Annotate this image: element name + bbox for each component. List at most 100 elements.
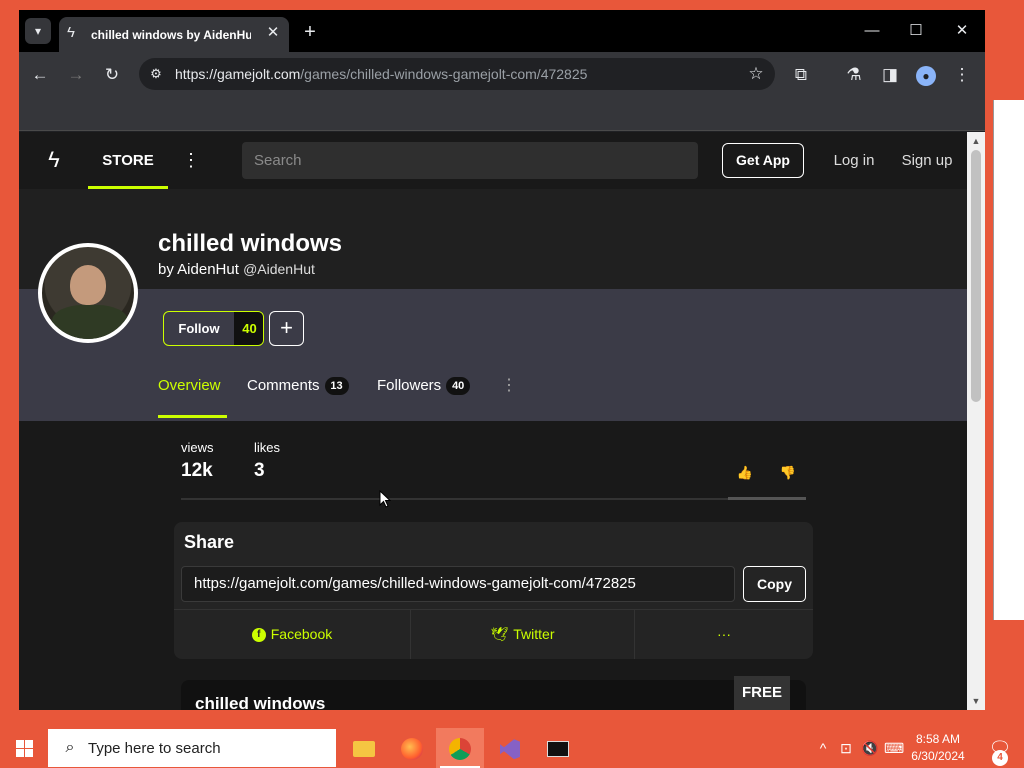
page-scrollbar[interactable]: ▲ ▼ — [967, 132, 985, 710]
input-method-icon[interactable]: ⌨ — [884, 728, 904, 768]
scroll-up-arrow-icon[interactable]: ▲ — [967, 134, 985, 148]
scroll-down-arrow-icon[interactable]: ▼ — [967, 694, 985, 708]
developer-avatar[interactable] — [38, 243, 138, 343]
maximize-button[interactable]: ☐ — [901, 20, 931, 42]
browser-window: ▾ ϟ chilled windows by AidenHut - Game J… — [19, 10, 985, 710]
facebook-label: Facebook — [270, 626, 333, 642]
gamejolt-favicon-icon: ϟ — [67, 24, 75, 41]
browser-toolbar: ← → ↻ ⚙ https://gamejolt.com/games/chill… — [19, 52, 985, 96]
developer-handle[interactable]: @AidenHut — [243, 261, 315, 277]
close-window-button[interactable]: ✕ — [947, 20, 977, 42]
windows-logo-pane — [25, 749, 33, 757]
avatar-shirt — [52, 305, 128, 339]
more-menu-icon[interactable]: ⋮ — [179, 148, 203, 172]
like-thumbs-up-icon[interactable]: 👍 — [734, 462, 756, 484]
copy-button[interactable]: Copy — [743, 566, 806, 602]
browser-menu-icon[interactable]: ⋮ — [949, 62, 975, 88]
reload-button[interactable]: ↻ — [99, 62, 125, 88]
followers-count-badge: 40 — [446, 377, 471, 396]
game-byline: by AidenHut @AidenHut — [158, 259, 315, 279]
tab-search-button[interactable]: ▾ — [25, 18, 51, 44]
search-icon: ⌕ — [65, 739, 75, 756]
share-more-button[interactable]: ··· — [635, 610, 813, 659]
price-badge: FREE — [734, 676, 790, 710]
extensions-icon[interactable]: ⧉ — [788, 62, 814, 88]
file-explorer-icon[interactable] — [340, 728, 388, 768]
notification-count-badge: 4 — [992, 750, 1008, 766]
share-buttons-row: f Facebook 🕊 Twitter ··· — [174, 609, 813, 659]
mouse-cursor-icon — [379, 490, 391, 508]
scrollbar-thumb[interactable] — [971, 150, 981, 402]
windows-logo-icon — [16, 740, 24, 748]
follow-label: Follow — [178, 321, 220, 336]
twitter-label: Twitter — [513, 626, 555, 642]
bookmarks-bar — [19, 96, 985, 131]
game-card-title: chilled windows — [195, 694, 326, 710]
side-panel-icon[interactable]: ◨ — [877, 62, 903, 88]
tab-comments[interactable]: Comments 13 — [247, 375, 349, 425]
clock-time: 8:58 AM — [915, 732, 961, 746]
taskbar-clock[interactable]: 8:58 AM 6/30/2024 — [905, 731, 971, 765]
windows-logo-pane — [16, 749, 24, 757]
add-to-playlist-button[interactable]: + — [269, 311, 304, 346]
tab-overview-label: Overview — [158, 377, 221, 394]
desktop-background — [993, 620, 1024, 720]
site-info-icon[interactable]: ⚙ — [147, 65, 165, 83]
clock-date: 6/30/2024 — [911, 749, 965, 763]
back-button[interactable]: ← — [27, 62, 53, 88]
gamejolt-logo-icon[interactable]: ϟ — [41, 147, 67, 173]
forward-button[interactable]: → — [63, 62, 89, 88]
facebook-icon: f — [251, 628, 266, 643]
likes-label: likes — [254, 440, 281, 455]
url-text: https://gamejolt.com/games/chilled-windo… — [175, 66, 588, 82]
tabs-more-icon[interactable]: ⋮ — [499, 375, 519, 397]
tab-title: chilled windows by AidenHut - Game Jolt — [91, 28, 251, 42]
login-link[interactable]: Log in — [824, 143, 884, 178]
site-search-input[interactable]: Search — [242, 142, 698, 179]
volume-muted-icon[interactable]: 🔇 — [860, 728, 880, 768]
profile-avatar-icon[interactable]: ● — [913, 62, 939, 88]
share-title: Share — [184, 532, 235, 552]
minimize-button[interactable]: — — [857, 20, 887, 42]
show-hidden-icons-chevron-icon[interactable]: ^ — [814, 728, 832, 768]
developer-name-link[interactable]: by AidenHut — [158, 261, 239, 278]
views-label: views — [181, 440, 214, 455]
get-app-button[interactable]: Get App — [722, 143, 804, 178]
new-tab-button[interactable]: + — [299, 22, 321, 44]
taskbar-search-box[interactable]: ⌕ Type here to search — [48, 729, 336, 767]
like-ratio-fill — [728, 497, 806, 500]
firefox-icon[interactable] — [388, 728, 436, 768]
share-twitter-button[interactable]: 🕊 Twitter — [411, 610, 635, 659]
share-url-field[interactable]: https://gamejolt.com/games/chilled-windo… — [181, 566, 735, 602]
windows-taskbar: ⌕ Type here to search ^ ⊡ 🔇 ⌨ 8:58 AM 6/… — [0, 728, 1024, 768]
close-tab-icon[interactable]: ✕ — [264, 24, 282, 42]
avatar-face — [70, 265, 106, 305]
dislike-thumbs-down-icon[interactable]: 👎 — [777, 462, 799, 484]
share-facebook-button[interactable]: f Facebook — [174, 610, 411, 659]
tab-comments-label: Comments — [247, 377, 320, 394]
tab-followers[interactable]: Followers 40 — [377, 375, 471, 425]
address-bar[interactable]: ⚙ https://gamejolt.com/games/chilled-win… — [139, 58, 775, 90]
background-window-edge — [993, 100, 1024, 625]
labs-flask-icon[interactable]: ⚗ — [841, 62, 867, 88]
start-button[interactable] — [0, 728, 48, 768]
like-ratio-bar — [181, 498, 806, 500]
browser-tab[interactable]: ϟ chilled windows by AidenHut - Game Jol… — [59, 17, 289, 52]
twitter-bird-icon: 🕊 — [490, 626, 509, 642]
network-icon[interactable]: ⊡ — [836, 728, 856, 768]
chrome-icon[interactable] — [436, 728, 484, 768]
signup-link[interactable]: Sign up — [897, 143, 957, 178]
terminal-icon[interactable] — [534, 728, 582, 768]
gamejolt-header: ϟ STORE ⋮ Search Get App Log in Sign up — [19, 132, 967, 189]
follow-count: 40 — [234, 312, 263, 345]
game-title: chilled windows — [158, 230, 343, 257]
visual-studio-icon[interactable] — [486, 728, 534, 768]
bookmark-star-icon[interactable]: ☆ — [745, 63, 767, 85]
follow-button[interactable]: Follow 40 — [163, 311, 264, 346]
likes-value: 3 — [254, 460, 265, 481]
tab-followers-label: Followers — [377, 377, 442, 394]
game-card[interactable]: chilled windows FREE — [181, 676, 806, 710]
store-nav-link[interactable]: STORE — [88, 132, 168, 189]
share-card: Share https://gamejolt.com/games/chilled… — [174, 522, 813, 659]
active-tab-indicator — [158, 415, 227, 418]
